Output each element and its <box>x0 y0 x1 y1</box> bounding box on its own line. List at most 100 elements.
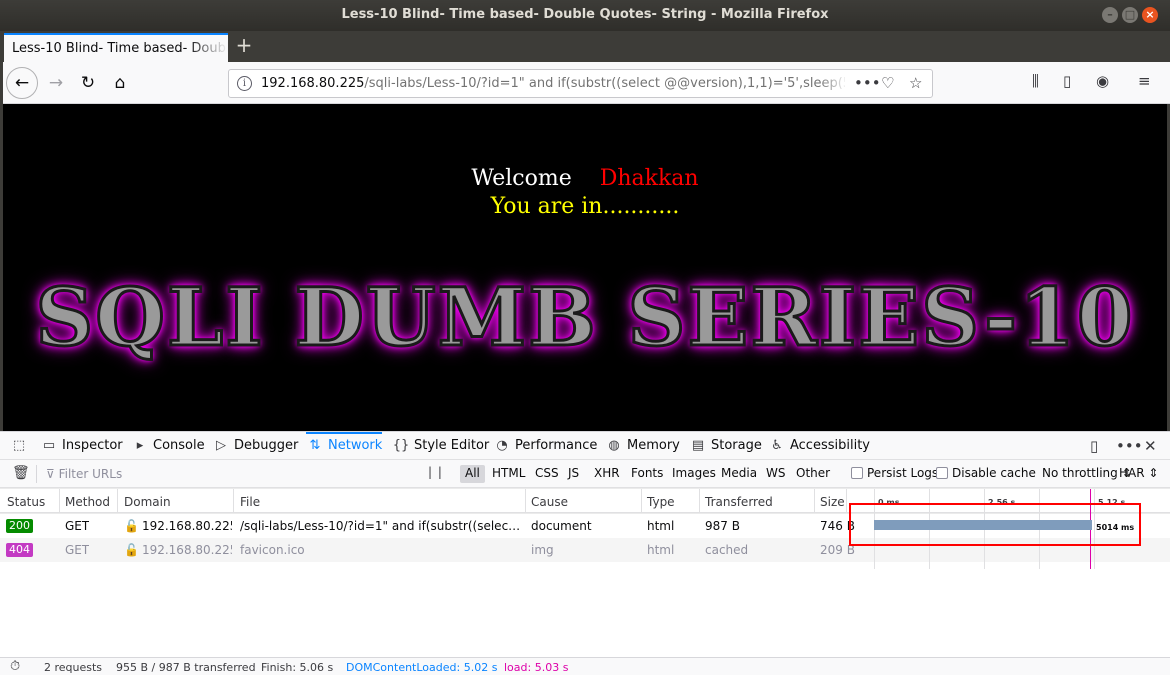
menu-icon[interactable]: ≡ <box>1138 72 1151 90</box>
request-count: 2 requests <box>44 661 103 674</box>
request-size: 209 B <box>820 543 855 557</box>
account-icon[interactable]: ◉ <box>1096 72 1109 90</box>
sidebar-icon[interactable]: ▯ <box>1063 72 1071 90</box>
new-tab-icon[interactable]: + <box>234 34 254 58</box>
filter-urls-input[interactable]: ⊽ Filter URLs <box>46 467 122 481</box>
network-summary-bar: ⏱ 2 requests 955 B / 987 B transferred F… <box>0 657 1170 675</box>
maximize-icon[interactable]: □ <box>1122 7 1138 23</box>
tab-memory[interactable]: ◍ Memory <box>605 432 680 460</box>
persist-logs-checkbox[interactable]: Persist Logs <box>851 466 938 480</box>
filter-media[interactable]: Media <box>716 465 762 483</box>
tab-storage[interactable]: ▤ Storage <box>689 432 762 460</box>
har-menu[interactable]: HAR ⇕ <box>1119 466 1158 480</box>
disable-cache-checkbox[interactable]: Disable cache <box>936 466 1036 480</box>
column-cause[interactable]: Cause <box>531 495 568 509</box>
finish-time: Finish: 5.06 s <box>261 661 334 674</box>
memory-icon: ◍ <box>608 438 620 453</box>
stopwatch-icon[interactable]: ⏱ <box>10 659 20 674</box>
close-window-icon[interactable]: × <box>1142 7 1158 23</box>
filter-html[interactable]: HTML <box>487 465 530 483</box>
bookmark-star-icon[interactable]: ☆ <box>909 74 922 92</box>
filter-xhr[interactable]: XHR <box>589 465 625 483</box>
console-icon: ▸ <box>136 438 144 453</box>
url-text[interactable]: 192.168.80.225/sqli-labs/Less-10/?id=1" … <box>261 76 845 91</box>
filter-other[interactable]: Other <box>791 465 835 483</box>
tab-inspector[interactable]: ▭ Inspector <box>40 432 123 460</box>
close-devtools-icon[interactable]: ✕ <box>1144 437 1157 455</box>
column-transferred[interactable]: Transferred <box>705 495 773 509</box>
series-banner: SQLI DUMB SERIES-10 <box>34 270 1135 364</box>
network-filter-bar: 🗑 ⊽ Filter URLs | | All HTML CSS JS XHR … <box>0 460 1170 488</box>
page-actions-icon[interactable]: ••• <box>854 74 881 92</box>
status-badge: 200 <box>6 519 33 533</box>
navigation-bar: ← → ↻ ⌂ i 192.168.80.225/sqli-labs/Less-… <box>0 62 1170 104</box>
page-content: Welcome Dhakkan You are in........... SQL… <box>3 104 1167 431</box>
table-row[interactable]: 200 GET 🔓 192.168.80.225 /sqli-labs/Less-… <box>0 514 1170 538</box>
style-editor-icon: {} <box>392 438 410 453</box>
pocket-icon[interactable]: ♡ <box>881 74 894 92</box>
insecure-lock-icon: 🔓 <box>124 543 139 557</box>
back-arrow-icon[interactable]: ← <box>6 67 38 99</box>
insecure-lock-icon: 🔓 <box>124 519 139 533</box>
window-titlebar: Less-10 Blind- Time based- Double Quotes… <box>0 0 1170 31</box>
inspector-icon: ▭ <box>42 438 56 453</box>
status-badge: 404 <box>6 543 33 557</box>
request-domain: 🔓 192.168.80.225 <box>124 519 232 533</box>
performance-icon: ◔ <box>496 438 508 453</box>
request-type: html <box>647 519 675 533</box>
tab-style-editor[interactable]: {} Style Editor <box>392 432 490 460</box>
column-domain[interactable]: Domain <box>124 495 171 509</box>
filter-css[interactable]: CSS <box>530 465 564 483</box>
tab-debugger[interactable]: ▷ Debugger <box>212 432 298 460</box>
window-title: Less-10 Blind- Time based- Double Quotes… <box>341 7 829 22</box>
request-type: html <box>647 543 675 557</box>
welcome-message: Welcome Dhakkan <box>471 166 699 191</box>
tab-network[interactable]: ⇅ Network <box>306 432 383 460</box>
request-table-header: Status Method Domain File Cause Type Tra… <box>0 489 1170 513</box>
transferred-summary: 955 B / 987 B transferred <box>116 661 256 674</box>
debugger-icon: ▷ <box>216 438 226 453</box>
filter-fonts[interactable]: Fonts <box>626 465 668 483</box>
devtools-options-icon[interactable]: ••• <box>1116 437 1143 455</box>
status-message: You are in........... <box>490 194 680 219</box>
pause-icon[interactable]: | | <box>428 465 443 479</box>
user-name: Dhakkan <box>599 166 699 191</box>
request-transferred: 987 B <box>705 519 740 533</box>
browser-tab[interactable]: Less-10 Blind- Time based- Double Quotes… <box>4 33 228 62</box>
trash-icon[interactable]: 🗑 <box>12 465 30 481</box>
request-cause: document <box>531 519 592 533</box>
tab-strip: Less-10 Blind- Time based- Double Quotes… <box>0 31 1170 62</box>
table-row[interactable]: 404 GET 🔓 192.168.80.225 favicon.ico img … <box>0 538 1170 562</box>
site-info-icon[interactable]: i <box>237 76 252 91</box>
column-method[interactable]: Method <box>65 495 110 509</box>
column-type[interactable]: Type <box>647 495 675 509</box>
column-size[interactable]: Size <box>820 495 845 509</box>
home-icon[interactable]: ⌂ <box>106 69 134 97</box>
request-transferred: cached <box>705 543 749 557</box>
filter-images[interactable]: Images <box>667 465 721 483</box>
request-method: GET <box>65 519 90 533</box>
tab-console[interactable]: ▸ Console <box>131 432 205 460</box>
dock-icon[interactable]: ▯ <box>1090 437 1098 455</box>
forward-arrow-icon[interactable]: → <box>42 69 70 97</box>
tab-performance[interactable]: ◔ Performance <box>493 432 597 460</box>
minimize-icon[interactable]: – <box>1102 7 1118 23</box>
url-bar[interactable]: i 192.168.80.225/sqli-labs/Less-10/?id=1… <box>228 69 933 98</box>
load-time: load: 5.03 s <box>504 661 569 674</box>
column-status[interactable]: Status <box>7 495 45 509</box>
element-picker-icon[interactable]: ⬚ <box>10 432 32 460</box>
filter-all[interactable]: All <box>460 465 485 483</box>
filter-ws[interactable]: WS <box>761 465 790 483</box>
storage-icon: ▤ <box>691 438 705 453</box>
column-file[interactable]: File <box>240 495 260 509</box>
reload-icon[interactable]: ↻ <box>74 69 102 97</box>
network-icon: ⇅ <box>309 438 321 453</box>
filter-js[interactable]: JS <box>563 465 584 483</box>
library-icon[interactable]: ⫼ <box>1032 72 1039 90</box>
request-domain: 🔓 192.168.80.225 <box>124 543 232 557</box>
request-size: 746 B <box>820 519 855 533</box>
request-file: /sqli-labs/Less-10/?id=1" and if(substr(… <box>240 519 524 533</box>
accessibility-icon: ♿ <box>771 438 783 453</box>
devtools-toolbar: ⬚ ▭ Inspector ▸ Console ▷ Debugger ⇅ Network… <box>0 431 1170 460</box>
tab-accessibility[interactable]: ♿ Accessibility <box>768 432 870 460</box>
